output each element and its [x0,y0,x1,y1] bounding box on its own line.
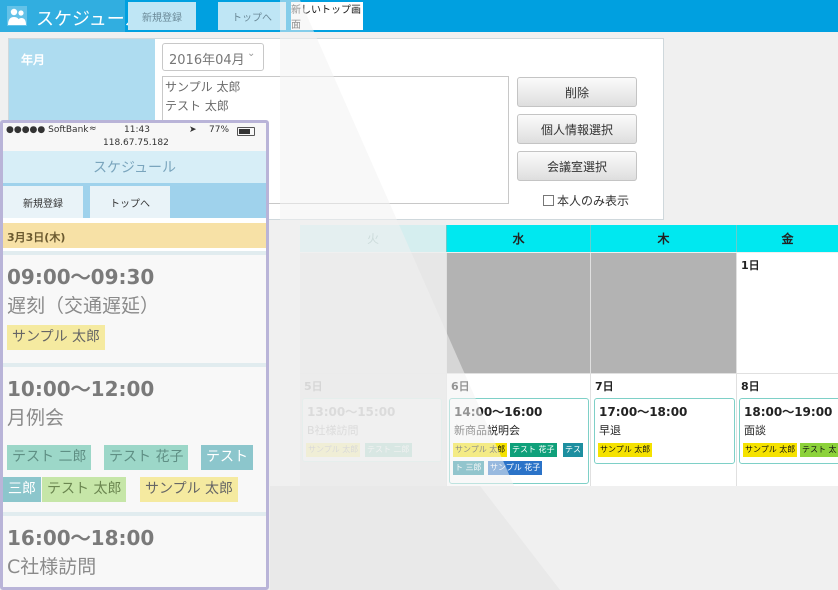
phone-member-tag: テスト 花子 [104,445,189,470]
month-select[interactable]: 2016年04月 ⌄ [162,43,264,71]
event-title: 早退 [599,424,621,437]
day-number: 1日 [741,259,760,272]
phone-tab-bar: 新規登録 トップへ [3,183,266,218]
member-tag: サンプル 花子 [488,461,543,475]
weekday-header-wed: 水 [447,225,591,252]
tab-top[interactable]: トップへ [218,2,286,30]
weekday-header-thu: 木 [591,225,737,252]
location-icon: ➤ [189,125,197,135]
member-item: サンプル 太郎 [165,80,241,94]
phone-date: 3月3日(木) [7,231,66,244]
battery-percent: 77% [209,125,230,135]
calendar-cell-empty [300,253,447,374]
phone-tab-top[interactable]: トップへ [90,186,170,218]
phone-status-bar: ●●●●● SoftBank ≈ 11:43 ➤ 77% 118.67.75.1… [3,123,266,151]
member-tag: サンプル 太郎 [453,443,508,457]
weekday-header-tue: 火 [300,225,447,252]
event-card[interactable]: 18:00〜19:00 面談 サンプル 太郎 テスト 太 [739,398,838,464]
phone-member-tag: テスト [201,445,253,470]
event-card[interactable]: 17:00〜18:00 早退 サンプル 太郎 [594,398,735,464]
phone-event-item[interactable]: 10:00〜12:00 月例会 テスト 二郎 テスト 花子 テスト 三郎 テスト… [3,363,266,512]
phone-date-header: 3月3日(木) [3,223,266,248]
member-tag: テスト 花子 [510,443,557,457]
event-time: 13:00〜15:00 [307,405,396,419]
month-select-value: 2016年04月 [169,53,245,68]
phone-event-title: 遅刻（交通遅延） [7,295,160,317]
calendar-cell-day-7[interactable]: 7日 17:00〜18:00 早退 サンプル 太郎 [591,374,737,487]
member-tag: テス [563,443,583,457]
chevron-down-icon: ⌄ [247,48,256,59]
member-tag: サンプル 太郎 [743,443,798,457]
self-only-checkbox-row[interactable]: 本人のみ表示 [543,192,629,209]
phone-event-time: 09:00〜09:30 [7,265,155,289]
phone-event-title: 月例会 [7,407,65,429]
day-number: 6日 [451,380,470,393]
phone-app-title: スケジュール [3,151,266,183]
event-title: 面談 [744,424,766,437]
battery-icon [237,127,255,136]
phone-member-tag: テスト 太郎 [42,477,127,502]
phone-tab-new-registration[interactable]: 新規登録 [3,186,83,218]
member-item: テスト 太郎 [165,99,229,113]
calendar-cell-day-6[interactable]: 6日 14:00〜16:00 新商品説明会 サンプル 太郎 テスト 花子 テス … [447,374,591,487]
phone-event-time: 16:00〜18:00 [7,526,155,550]
people-icon [7,6,27,26]
clock-label: 11:43 [124,125,150,135]
calendar-cell-empty [447,253,591,374]
wifi-icon: ≈ [89,124,97,134]
member-tag: テスト 二郎 [365,443,412,457]
phone-event-time: 10:00〜12:00 [7,377,155,401]
month-label: 年月 [21,53,46,67]
personal-info-select-button[interactable]: 個人情報選択 [517,114,637,144]
weekday-header-fri: 金 [737,225,838,252]
phone-event-title: C社様訪問 [7,556,97,578]
tab-new-registration[interactable]: 新規登録 [128,2,196,30]
phone-event-item[interactable]: 16:00〜18:00 C社様訪問 [3,512,266,587]
day-number: 7日 [595,380,614,393]
self-only-checkbox[interactable] [543,195,554,206]
calendar-cell-empty [591,253,737,374]
member-tag: サンプル 太郎 [306,443,361,457]
member-tag: サンプル 太郎 [598,443,653,457]
self-only-label: 本人のみ表示 [557,194,630,208]
day-number: 8日 [741,380,760,393]
event-title: B社様訪問 [307,424,359,437]
phone-member-tag: 三郎 [3,477,41,502]
phone-member-tag: サンプル 太郎 [140,477,239,502]
day-number: 5日 [304,380,323,393]
app-brand[interactable]: スケジュール [0,0,143,32]
event-title: 新商品説明会 [454,424,520,437]
tab-new-top-screen[interactable]: 新しいトップ画面 [291,2,363,31]
event-time: 17:00〜18:00 [599,405,688,419]
event-card[interactable]: 14:00〜16:00 新商品説明会 サンプル 太郎 テスト 花子 テス ト 三… [449,398,589,484]
phone-member-tag: テスト 二郎 [7,445,92,470]
meeting-room-select-button[interactable]: 会議室選択 [517,151,637,181]
calendar-cell-day-1[interactable]: 1日 [737,253,838,374]
phone-screen: ●●●●● SoftBank ≈ 11:43 ➤ 77% 118.67.75.1… [0,120,269,590]
calendar-cell-day-5[interactable]: 5日 13:00〜15:00 B社様訪問 サンプル 太郎 テスト 二郎 [300,374,447,487]
calendar-cell-day-8[interactable]: 8日 18:00〜19:00 面談 サンプル 太郎 テスト 太 [737,374,838,487]
delete-button[interactable]: 削除 [517,77,637,107]
member-tag: テスト 太 [800,443,838,457]
phone-event-item[interactable]: 09:00〜09:30 遅刻（交通遅延） サンプル 太郎 [3,251,266,363]
app-title: スケジュール [36,9,143,30]
phone-member-tag: サンプル 太郎 [7,325,106,350]
carrier-label: ●●●●● SoftBank [6,125,89,135]
member-tag: ト 三郎 [453,461,484,475]
event-card[interactable]: 13:00〜15:00 B社様訪問 サンプル 太郎 テスト 二郎 [302,398,442,462]
event-time: 18:00〜19:00 [744,405,833,419]
address-label: 118.67.75.182 [103,138,169,148]
event-time: 14:00〜16:00 [454,405,543,419]
